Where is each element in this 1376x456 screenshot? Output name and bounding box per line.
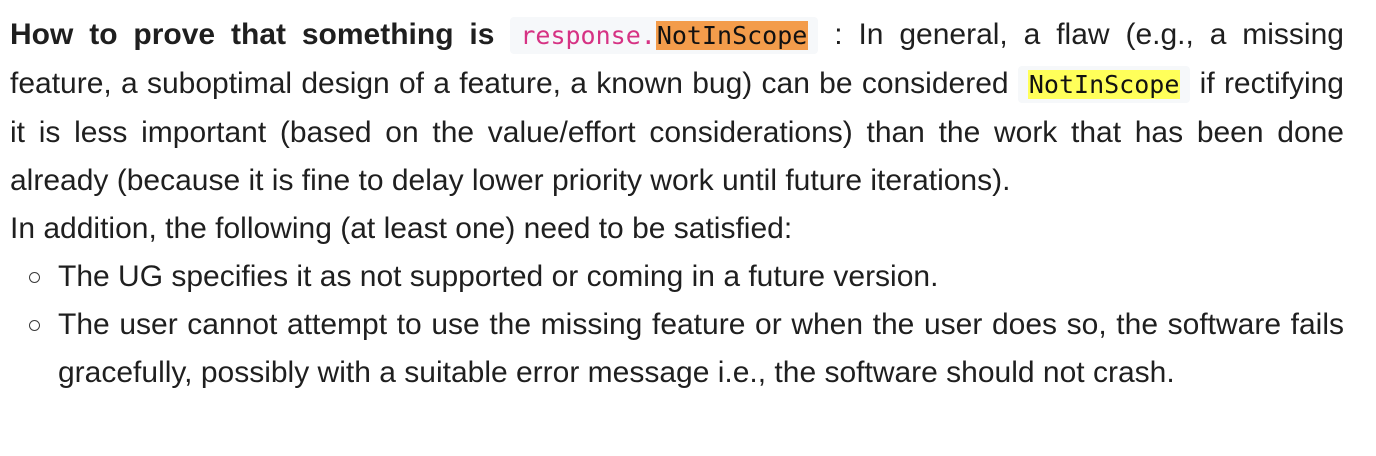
requirement-list: The UG specifies it as not supported or … [10, 253, 1344, 397]
lead-heading: How to prove that something is [10, 18, 495, 51]
document-body: How to prove that something is response.… [10, 11, 1344, 397]
code-prefix: response. [520, 21, 656, 50]
bullet-icon [29, 320, 40, 331]
list-item: The user cannot attempt to use the missi… [29, 301, 1344, 397]
requirement-intro: In addition, the following (at least one… [10, 212, 793, 245]
list-item: The UG specifies it as not supported or … [29, 253, 1344, 301]
code-response-notinscope: response.NotInScope [510, 17, 819, 54]
list-item-text: The user cannot attempt to use the missi… [58, 308, 1344, 389]
list-item-text: The UG specifies it as not supported or … [58, 260, 939, 293]
highlighted-notinscope: NotInScope [655, 21, 809, 50]
highlighted-notinscope-yellow: NotInScope [1027, 70, 1181, 99]
bullet-icon [29, 272, 40, 283]
explanation-paragraph: How to prove that something is response.… [10, 11, 1344, 205]
code-notinscope: NotInScope [1017, 66, 1191, 103]
